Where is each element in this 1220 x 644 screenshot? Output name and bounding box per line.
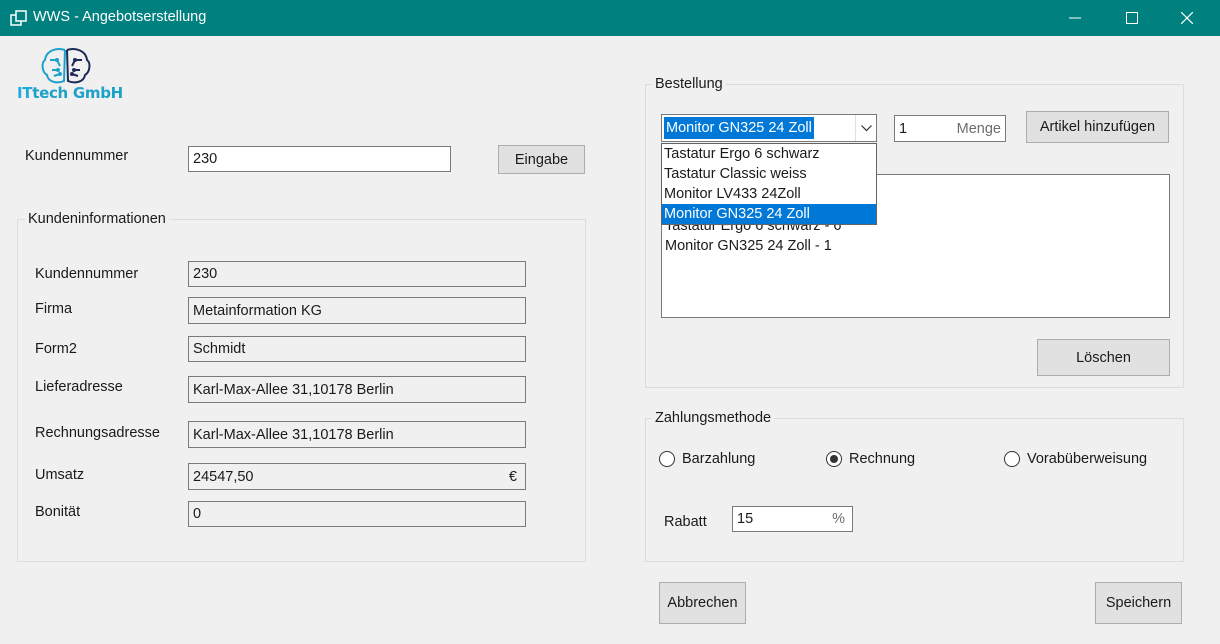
cancel-button[interactable]: Abbrechen <box>659 582 746 624</box>
dropdown-option[interactable]: Tastatur Ergo 6 schwarz <box>662 144 876 164</box>
quantity-input[interactable]: 1 Menge <box>894 115 1006 142</box>
radio-prepayment[interactable]: Vorabüberweisung <box>1004 451 1147 467</box>
minimize-button[interactable] <box>1048 0 1102 36</box>
billing-address-label: Rechnungsadresse <box>35 425 160 441</box>
discount-label: Rabatt <box>664 514 707 530</box>
revenue-label: Umsatz <box>35 467 85 483</box>
add-article-button[interactable]: Artikel hinzufügen <box>1026 111 1169 143</box>
payment-group <box>645 418 1184 562</box>
payment-group-title: Zahlungsmethode <box>652 410 775 426</box>
discount-input[interactable]: 15% <box>732 506 853 532</box>
radio-circle <box>659 451 675 467</box>
article-combobox[interactable]: Monitor GN325 24 Zoll <box>661 114 877 142</box>
form2-label: Form2 <box>35 341 77 357</box>
euro-unit: € <box>508 468 517 485</box>
form2-field: Schmidt <box>188 336 526 362</box>
radio-invoice[interactable]: Rechnung <box>826 451 915 467</box>
maximize-button[interactable] <box>1105 0 1159 36</box>
app-icon[interactable] <box>10 9 28 27</box>
delivery-address-label: Lieferadresse <box>35 379 123 395</box>
save-button[interactable]: Speichern <box>1095 582 1182 624</box>
article-dropdown-list[interactable]: Tastatur Ergo 6 schwarz Tastatur Classic… <box>661 143 877 225</box>
company-field: Metainformation KG <box>188 297 526 324</box>
radio-circle <box>1004 451 1020 467</box>
logo-brain-icon <box>40 46 92 86</box>
info-customer-number-field: 230 <box>188 261 526 287</box>
window-title: WWS - Angebotserstellung <box>33 9 207 25</box>
delete-button[interactable]: Löschen <box>1037 339 1170 376</box>
creditworthiness-field: 0 <box>188 501 526 527</box>
delivery-address-field: Karl-Max-Allee 31,10178 Berlin <box>188 376 526 403</box>
dropdown-option[interactable]: Tastatur Classic weiss <box>662 164 876 184</box>
dropdown-option[interactable]: Monitor LV433 24Zoll <box>662 184 876 204</box>
quantity-hint: Menge <box>956 120 1001 137</box>
close-icon <box>1181 12 1193 24</box>
percent-unit: % <box>832 511 845 527</box>
submit-customer-button[interactable]: Eingabe <box>498 145 585 174</box>
customer-info-group-title: Kundeninformationen <box>25 211 169 227</box>
radio-cash[interactable]: Barzahlung <box>659 451 755 467</box>
combobox-dropdown-button[interactable] <box>855 115 876 141</box>
list-item[interactable]: Monitor GN325 24 Zoll - 1 <box>665 238 832 254</box>
company-logo-text: ITtech GmbH <box>17 84 123 102</box>
close-button[interactable] <box>1160 0 1214 36</box>
maximize-icon <box>1126 12 1138 24</box>
info-customer-number-label: Kundennummer <box>35 266 139 282</box>
revenue-field: 24547,50 € <box>188 463 526 490</box>
order-group-title: Bestellung <box>652 76 726 92</box>
customer-number-input[interactable]: 230 <box>188 146 451 172</box>
company-label: Firma <box>35 301 73 317</box>
customer-number-label: Kundennummer <box>25 148 129 164</box>
creditworthiness-label: Bonität <box>35 504 81 520</box>
billing-address-field: Karl-Max-Allee 31,10178 Berlin <box>188 421 526 448</box>
minimize-icon <box>1069 17 1081 19</box>
title-bar: WWS - Angebotserstellung <box>0 0 1220 36</box>
chevron-down-icon <box>861 125 872 132</box>
radio-circle-checked <box>826 451 842 467</box>
article-combobox-value: Monitor GN325 24 Zoll <box>664 117 814 139</box>
dropdown-option-selected[interactable]: Monitor GN325 24 Zoll <box>662 204 876 224</box>
